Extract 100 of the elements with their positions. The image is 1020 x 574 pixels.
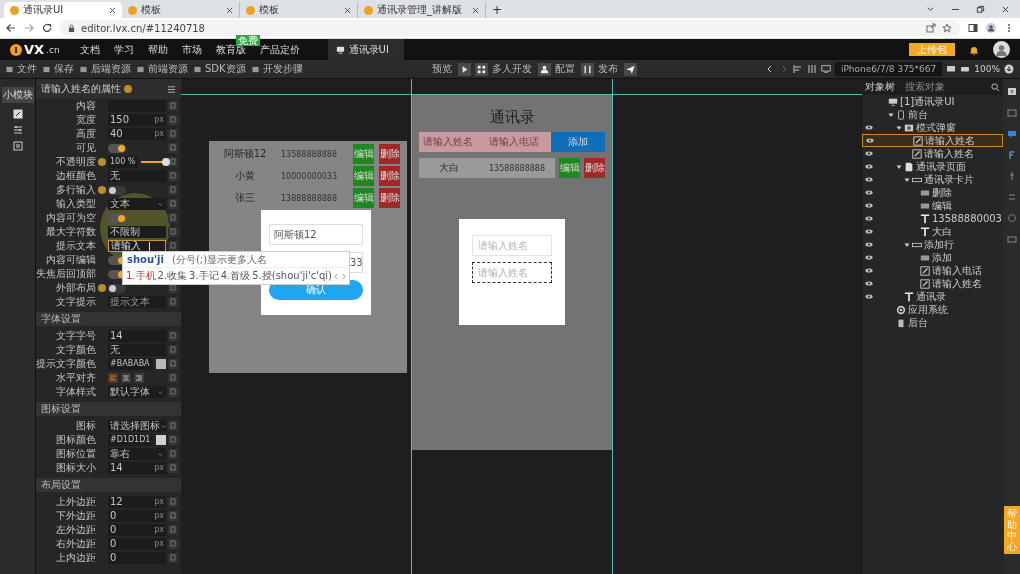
- tree-item[interactable]: 编辑: [932, 198, 952, 213]
- help-icon[interactable]: [98, 158, 106, 166]
- star-icon[interactable]: [942, 23, 952, 33]
- tree-item[interactable]: 请输入电话: [932, 263, 982, 278]
- play-icon[interactable]: [458, 62, 472, 76]
- sliders-icon[interactable]: [581, 62, 595, 76]
- input-field[interactable]: 40 px: [108, 128, 166, 140]
- tree-item[interactable]: 后台: [908, 315, 928, 330]
- nav-item[interactable]: 产品定价: [259, 42, 300, 57]
- ime-candidate[interactable]: 4.首级: [220, 269, 251, 283]
- nav-item[interactable]: 帮助: [147, 42, 168, 57]
- input-field[interactable]: #D1D1D1: [108, 434, 153, 446]
- section-header[interactable]: 字体设置: [36, 312, 181, 326]
- slider-thumb[interactable]: [162, 158, 170, 166]
- toggle-switch[interactable]: [108, 185, 126, 195]
- input-field[interactable]: 14 px: [108, 462, 166, 474]
- list-icon[interactable]: [12, 141, 23, 151]
- tree-item[interactable]: 前台: [908, 107, 928, 122]
- zoom-level[interactable]: 100%: [974, 64, 1000, 74]
- toolbar-button[interactable]: 配置: [555, 62, 576, 76]
- project-tab[interactable]: 通讯录UI: [327, 39, 404, 60]
- tree-item[interactable]: 通讯录页面: [916, 159, 966, 174]
- tree-item[interactable]: 添加: [932, 250, 952, 265]
- input-field[interactable]: 无: [108, 170, 166, 182]
- toolbar-button[interactable]: 预览: [432, 62, 453, 76]
- search-field[interactable]: 搜索对象: [899, 81, 987, 93]
- input-field[interactable]: 无: [108, 344, 166, 356]
- input-field[interactable]: 12 px: [108, 496, 166, 508]
- nav-item[interactable]: 市场: [181, 42, 202, 57]
- people-icon[interactable]: [538, 62, 552, 76]
- download-icon[interactable]: [1004, 64, 1014, 74]
- toolbar-button[interactable]: 开发步骤: [262, 62, 303, 76]
- input-field[interactable]: 100 %: [108, 156, 138, 168]
- color-swatch[interactable]: [156, 359, 166, 369]
- align-icon[interactable]: [792, 64, 803, 74]
- tree-item[interactable]: 13588880003: [932, 213, 1002, 224]
- toolbar-button[interactable]: 发布: [598, 62, 619, 76]
- input-field[interactable]: 0: [108, 552, 166, 564]
- eye-icon[interactable]: [865, 125, 873, 130]
- send-icon[interactable]: [624, 62, 638, 76]
- new-tab-button[interactable]: +: [486, 2, 509, 18]
- delete-button[interactable]: 删除: [379, 188, 400, 208]
- toolbar-button[interactable]: 后端资源: [91, 62, 131, 76]
- toolbar-button[interactable]: 前端资源: [148, 62, 188, 76]
- nav-item[interactable]: 文档: [79, 42, 100, 57]
- copy-icon[interactable]: [168, 157, 178, 167]
- toggle-switch[interactable]: [108, 213, 126, 223]
- close-icon[interactable]: [1001, 4, 1010, 14]
- eye-icon[interactable]: [865, 190, 873, 195]
- dropdown[interactable]: 文本: [108, 198, 166, 210]
- edit-button[interactable]: 编辑: [353, 188, 374, 208]
- close-icon[interactable]: [226, 6, 233, 14]
- input-field[interactable]: 请输入电话: [485, 135, 551, 149]
- tree-item[interactable]: 通讯录卡片: [924, 172, 974, 187]
- ime-candidate[interactable]: 1.手机: [126, 269, 156, 283]
- edit-button[interactable]: 编辑: [559, 158, 580, 178]
- delete-button[interactable]: 删除: [379, 166, 400, 186]
- eye-icon[interactable]: [865, 164, 873, 169]
- tree-item[interactable]: [1]通讯录UI: [900, 94, 955, 109]
- input-field[interactable]: 0 px: [108, 524, 166, 536]
- close-icon[interactable]: [344, 6, 351, 14]
- toggle-switch[interactable]: [108, 283, 126, 293]
- nav-item[interactable]: 学习: [113, 42, 134, 57]
- eye-icon[interactable]: [865, 177, 873, 182]
- input-field[interactable]: 14: [108, 330, 166, 342]
- dropdown[interactable]: 默认字体: [108, 386, 166, 398]
- keyboard-icon[interactable]: [1006, 234, 1017, 244]
- panel-tab[interactable]: 对象树: [865, 80, 895, 94]
- eye-icon[interactable]: [865, 203, 873, 208]
- edit-icon[interactable]: [12, 109, 23, 119]
- monitor-icon[interactable]: [820, 64, 831, 74]
- tree-item[interactable]: 删除: [932, 185, 952, 200]
- input-field[interactable]: 请输入姓名: [419, 135, 485, 149]
- logo[interactable]: VX: [24, 42, 45, 57]
- tree-item[interactable]: 模式弹窗: [916, 120, 956, 135]
- reload-icon[interactable]: [42, 23, 52, 33]
- qr-icon[interactable]: [475, 62, 489, 76]
- device-select[interactable]: iPhone6/7/8 375*667: [834, 62, 943, 76]
- input-field[interactable]: 0 px: [108, 538, 166, 550]
- ime-candidate[interactable]: 5.授(shou'ji'c'qi): [252, 269, 332, 283]
- section-header[interactable]: 布局设置: [36, 478, 181, 492]
- tree-item[interactable]: 大白: [932, 224, 952, 239]
- align-center-icon[interactable]: [121, 373, 131, 383]
- caret-icon[interactable]: [904, 241, 910, 248]
- comment-icon[interactable]: [946, 64, 957, 74]
- color-swatch[interactable]: [156, 435, 166, 445]
- phone-icon[interactable]: [960, 64, 971, 74]
- tree-item[interactable]: 请输入姓名: [932, 276, 982, 291]
- tree-item[interactable]: 通讯录: [916, 289, 946, 304]
- dropdown[interactable]: 请选择图标: [108, 420, 166, 432]
- ime-candidate[interactable]: 2.收集: [157, 269, 188, 283]
- input-field[interactable]: 0 px: [108, 510, 166, 522]
- close-icon[interactable]: [109, 6, 116, 14]
- address-bar[interactable]: editor.lvx.cn/#11240718: [60, 20, 960, 36]
- align-right-icon[interactable]: [134, 373, 144, 383]
- toolbar-button[interactable]: SDK资源: [205, 62, 246, 76]
- close-icon[interactable]: [472, 6, 479, 14]
- sliders-icon[interactable]: [1006, 192, 1017, 202]
- toggle-switch[interactable]: [108, 143, 126, 153]
- eye-icon[interactable]: [865, 229, 873, 234]
